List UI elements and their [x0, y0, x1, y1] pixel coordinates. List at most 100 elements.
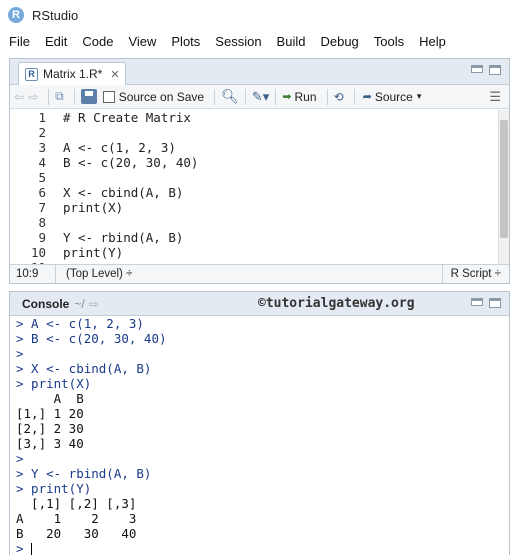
- maximize-icon[interactable]: [489, 65, 501, 75]
- menu-view[interactable]: View: [128, 34, 156, 49]
- title-bar: R RStudio: [0, 0, 510, 30]
- console-output[interactable]: > A <- c(1, 2, 3) > B <- c(20, 30, 40) >…: [10, 316, 509, 555]
- source-button[interactable]: ➦ Source ▾: [363, 90, 426, 104]
- file-type-selector[interactable]: R Script ÷: [441, 265, 509, 283]
- source-status-bar: 10:9 (Top Level) ÷ R Script ÷: [10, 264, 509, 283]
- line-number: 10: [30, 245, 46, 260]
- source-label: Source: [374, 89, 413, 104]
- minimize-icon[interactable]: [471, 298, 483, 306]
- menu-session[interactable]: Session: [215, 34, 261, 49]
- menu-code[interactable]: Code: [82, 34, 113, 49]
- console-prompt: >: [16, 541, 24, 555]
- menu-build[interactable]: Build: [277, 34, 306, 49]
- go-to-directory-icon[interactable]: ⇨: [89, 297, 99, 311]
- line-number: 8: [38, 215, 46, 230]
- menu-debug[interactable]: Debug: [320, 34, 358, 49]
- console-line: A B: [16, 391, 84, 406]
- console-line: > B <- c(20, 30, 40): [16, 331, 167, 346]
- code-tools-wand-icon[interactable]: ✎▾: [252, 89, 269, 105]
- console-line: > X <- cbind(A, B): [16, 361, 152, 376]
- line-number: 3: [38, 140, 46, 155]
- line-number: 2: [38, 125, 46, 140]
- editor-line: 3 A <- c(1, 2, 3): [10, 140, 499, 155]
- console-line: > A <- c(1, 2, 3): [16, 316, 144, 331]
- outline-menu-icon[interactable]: ☰: [489, 89, 501, 105]
- console-prompt-line[interactable]: >: [10, 541, 509, 555]
- menu-bar: File Edit Code View Plots Session Build …: [0, 30, 510, 52]
- close-icon[interactable]: ✕: [110, 68, 119, 81]
- menu-tools[interactable]: Tools: [374, 34, 404, 49]
- editor-line: 7 print(X): [10, 200, 499, 215]
- console-line: > print(X): [16, 376, 92, 391]
- code-editor[interactable]: 1 # R Create Matrix 2 3 A <- c(1, 2, 3) 4 B…: [10, 110, 499, 266]
- run-label: Run: [294, 89, 317, 104]
- back-arrow-icon[interactable]: ⇦: [14, 90, 24, 104]
- minimize-icon[interactable]: [471, 65, 483, 73]
- scope-selector[interactable]: (Top Level) ÷: [56, 268, 442, 280]
- scrollbar-thumb[interactable]: [500, 120, 508, 238]
- console-title: Console: [22, 296, 70, 311]
- source-window-controls: [471, 65, 501, 75]
- toolbar-divider: [244, 88, 246, 105]
- menu-plots[interactable]: Plots: [171, 34, 200, 49]
- editor-line: 10 print(Y): [10, 245, 499, 260]
- source-pane: R Matrix 1.R* ✕ ⇦ ⇨ ⧉ Source on Save 🔍︎ …: [9, 58, 510, 284]
- line-code: print(Y): [63, 245, 124, 260]
- forward-arrow-icon[interactable]: ⇨: [28, 90, 38, 104]
- search-icon[interactable]: 🔍︎: [221, 88, 239, 105]
- line-code: # R Create Matrix: [63, 110, 191, 125]
- source-toolbar: ⇦ ⇨ ⧉ Source on Save 🔍︎ ✎▾ ➡ Run ⟲ ➦ Sou…: [10, 85, 509, 109]
- show-in-window-icon[interactable]: ⧉: [55, 89, 64, 104]
- line-number: 1: [38, 110, 46, 125]
- chevron-down-icon[interactable]: ▾: [417, 91, 422, 102]
- console-pane: Console ~/ ⇨ ©tutorialgateway.org > A <-…: [9, 291, 510, 555]
- cursor-position: 10:9: [10, 265, 56, 283]
- editor-line: 8: [10, 215, 499, 230]
- toolbar-divider: [73, 88, 75, 105]
- menu-file[interactable]: File: [9, 34, 30, 49]
- line-number: 9: [38, 230, 46, 245]
- maximize-icon[interactable]: [489, 298, 501, 308]
- text-cursor: [31, 543, 33, 555]
- console-line: > Y <- rbind(A, B): [16, 466, 152, 481]
- window-title: RStudio: [32, 7, 79, 23]
- save-icon[interactable]: [80, 89, 97, 104]
- console-line: [2,] 2 30: [16, 421, 84, 436]
- line-code: B <- c(20, 30, 40): [63, 155, 199, 170]
- console-line: >: [16, 346, 24, 361]
- line-code: A <- c(1, 2, 3): [63, 140, 176, 155]
- working-directory: ~/: [74, 296, 85, 311]
- editor-line: 5: [10, 170, 499, 185]
- toolbar-divider: [353, 88, 355, 105]
- tab-matrix-r[interactable]: R Matrix 1.R* ✕: [18, 62, 126, 85]
- rerun-icon[interactable]: ⟲: [334, 90, 344, 104]
- editor-scrollbar[interactable]: [498, 110, 509, 266]
- line-code: print(X): [63, 200, 124, 215]
- source-arrow-icon: ➦: [362, 91, 372, 103]
- console-line: A 1 2 3: [16, 511, 137, 526]
- toolbar-divider: [326, 88, 328, 105]
- run-button[interactable]: ➡ Run: [282, 90, 320, 104]
- watermark: ©tutorialgateway.org: [258, 296, 415, 311]
- menu-edit[interactable]: Edit: [45, 34, 67, 49]
- source-on-save-checkbox[interactable]: [102, 90, 115, 103]
- source-on-save-label: Source on Save: [118, 89, 205, 104]
- rstudio-logo-icon: R: [8, 7, 24, 23]
- r-file-icon: R: [25, 67, 38, 81]
- line-code: X <- cbind(A, B): [63, 185, 184, 200]
- console-line: [,1] [,2] [,3]: [16, 496, 137, 511]
- console-line: [3,] 3 40: [16, 436, 84, 451]
- editor-line: 9 Y <- rbind(A, B): [10, 230, 499, 245]
- line-number: 6: [38, 185, 46, 200]
- console-line: B 20 30 40: [16, 526, 137, 541]
- console-line: >: [16, 451, 24, 466]
- source-tabstrip: R Matrix 1.R* ✕: [10, 59, 509, 85]
- run-arrow-icon: ➡: [282, 91, 292, 103]
- toolbar-divider: [275, 88, 277, 105]
- editor-line: 4 B <- c(20, 30, 40): [10, 155, 499, 170]
- editor-line: 6 X <- cbind(A, B): [10, 185, 499, 200]
- line-code: Y <- rbind(A, B): [63, 230, 184, 245]
- menu-help[interactable]: Help: [419, 34, 446, 49]
- line-number: 7: [38, 200, 46, 215]
- toolbar-divider: [48, 88, 50, 105]
